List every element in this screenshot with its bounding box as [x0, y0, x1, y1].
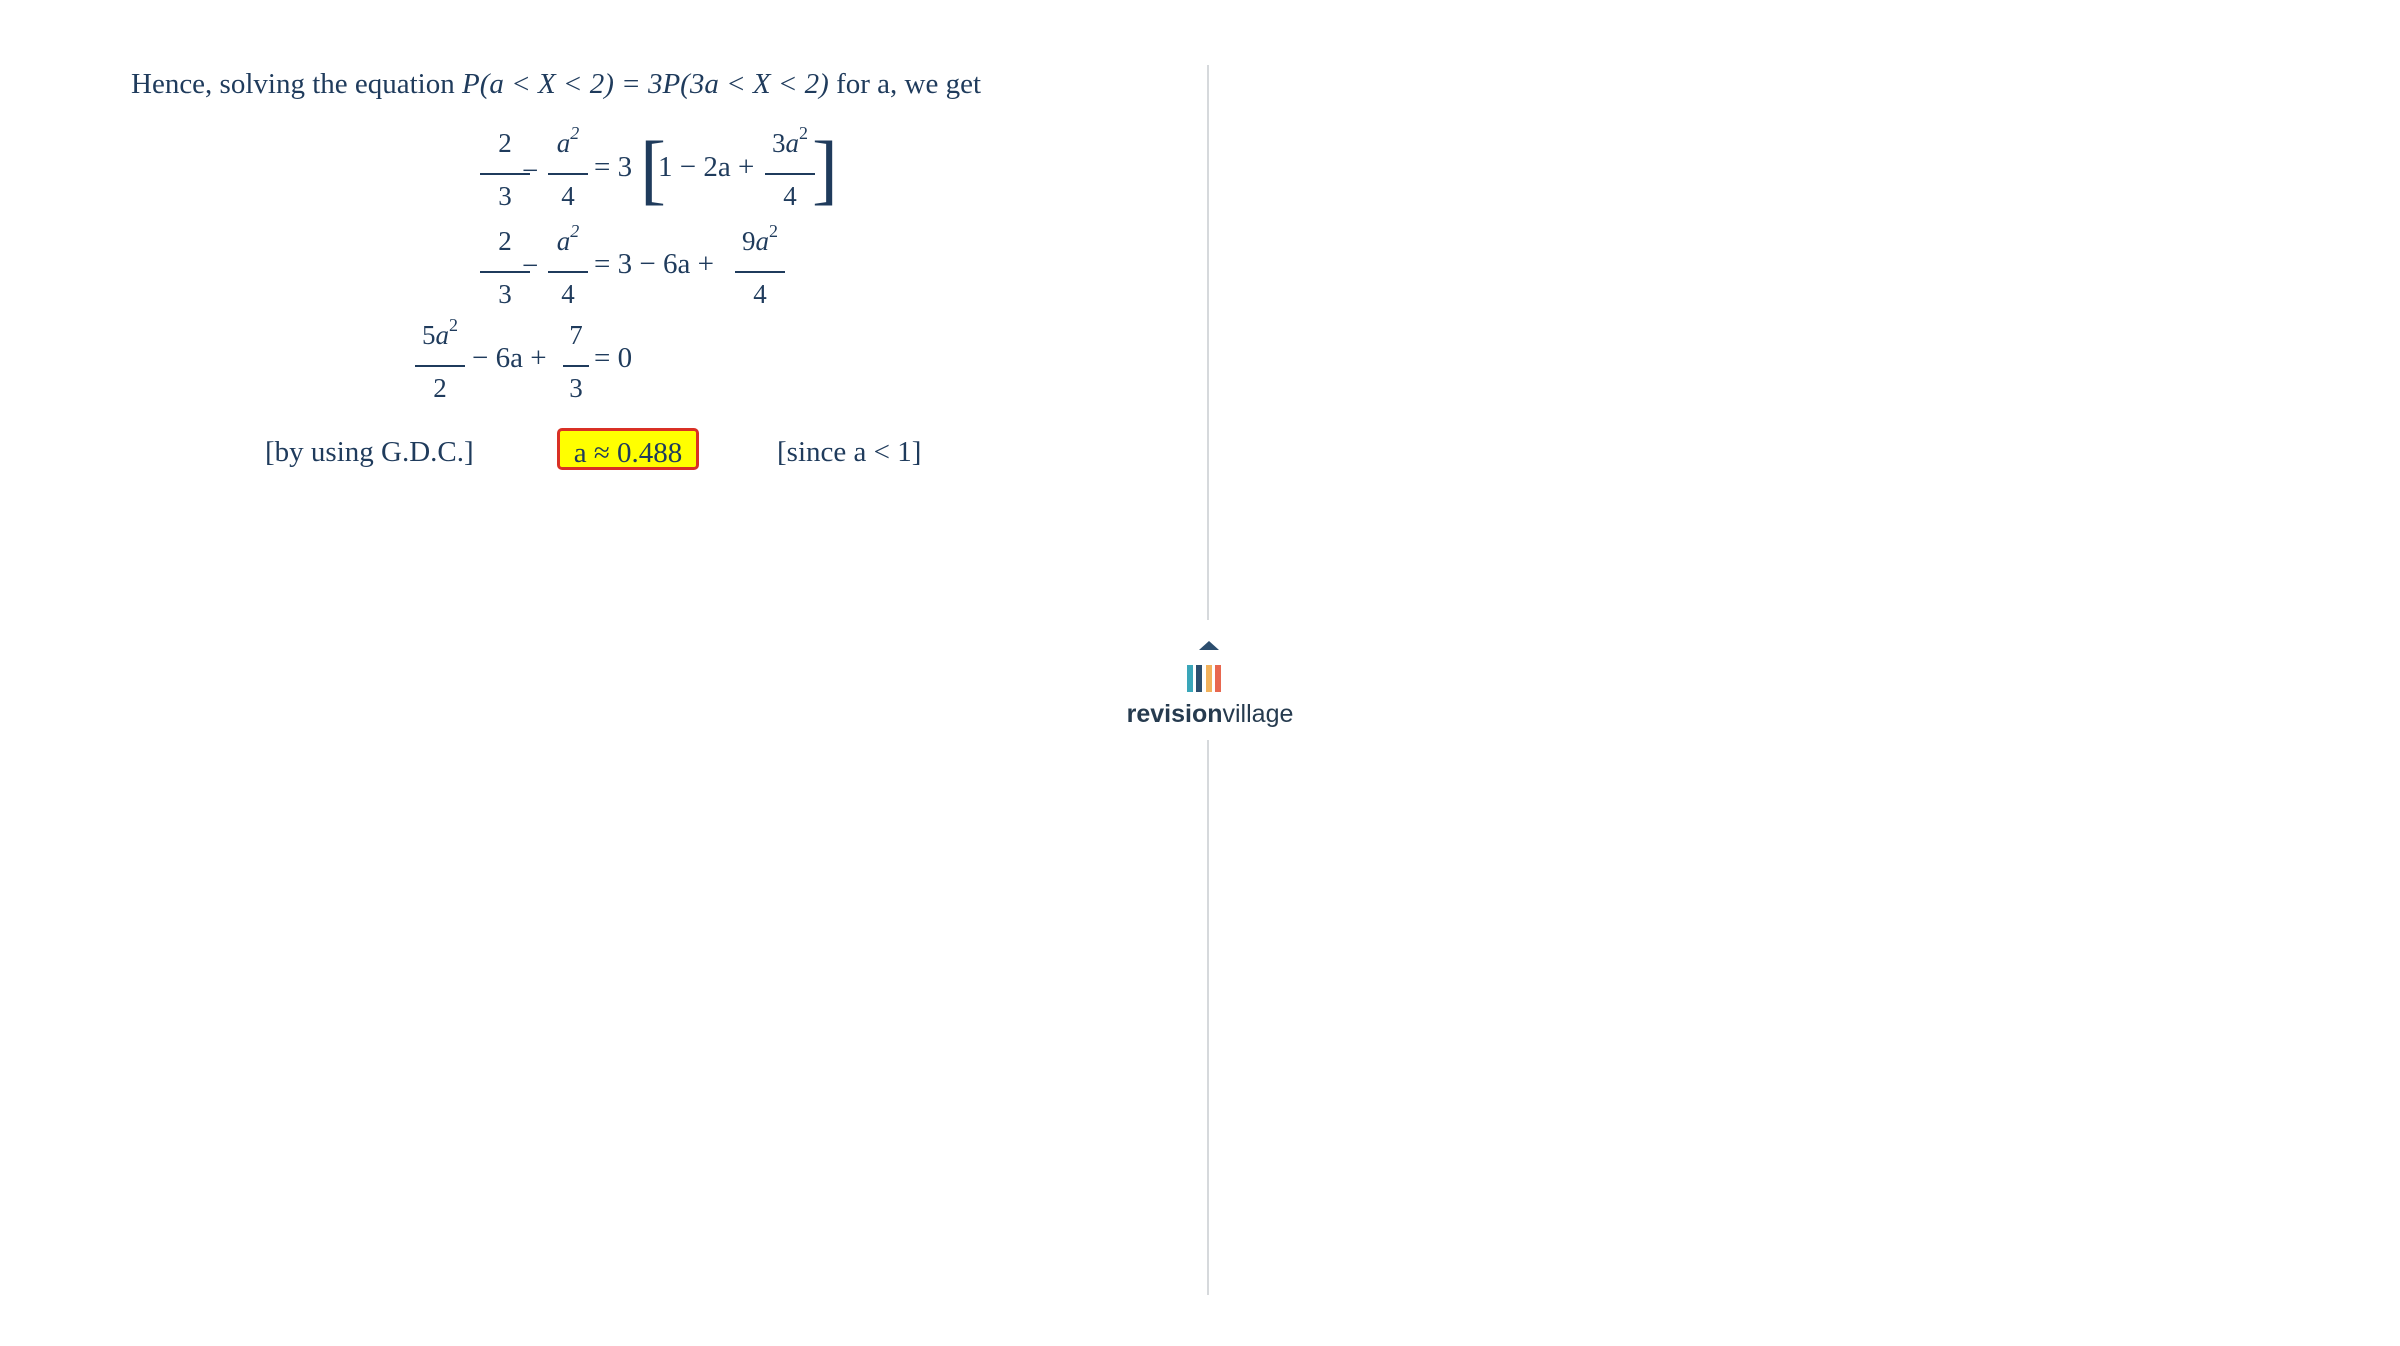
- fraction-a-squared-over-four: a2 4: [548, 123, 588, 230]
- minus-sign: −: [522, 155, 539, 187]
- fraction-bar: [765, 173, 815, 175]
- condition-note: [since a < 1]: [777, 436, 922, 468]
- fraction-bar: [563, 365, 589, 367]
- fraction-numerator: 5a2: [422, 315, 458, 350]
- fraction-five-a-squared-over-two: 5a2 2: [415, 315, 465, 422]
- fraction-denominator: 4: [561, 279, 575, 309]
- fraction-numerator: 3a2: [772, 123, 808, 158]
- fraction-numerator: a2: [556, 123, 580, 158]
- logo-wordmark: revisionvillage: [1110, 700, 1310, 729]
- fraction-bar: [735, 271, 785, 273]
- fraction-bar: [548, 271, 588, 273]
- logo-wordmark-light: village: [1222, 700, 1294, 728]
- right-bracket: ]: [812, 125, 838, 212]
- intro-equation: P(a < X < 2) = 3P(3a < X < 2): [462, 68, 829, 100]
- fraction-seven-thirds: 7 3: [563, 322, 589, 422]
- logo-wordmark-bold: revision: [1126, 700, 1223, 728]
- fraction-denominator: 4: [783, 181, 797, 211]
- equation-middle: = 3 − 6a +: [594, 248, 714, 280]
- logo-bars-icon: [1187, 641, 1221, 692]
- fraction-numerator: 7: [569, 320, 583, 350]
- fraction-denominator: 3: [498, 279, 512, 309]
- fraction-numerator: 2: [498, 128, 512, 158]
- revision-village-logo: revisionvillage: [1110, 638, 1310, 738]
- fraction-numerator: a2: [556, 221, 580, 256]
- fraction-denominator: 2: [433, 373, 447, 403]
- intro-suffix: for a, we get: [828, 68, 982, 100]
- fraction-denominator: 3: [498, 181, 512, 211]
- fraction-denominator: 4: [561, 181, 575, 211]
- fraction-denominator: 4: [753, 279, 767, 309]
- equals-zero: = 0: [594, 342, 633, 374]
- fraction-a-squared-over-four: a2 4: [548, 221, 588, 328]
- fraction-denominator: 3: [569, 373, 583, 403]
- answer-highlight-box: a ≈ 0.488: [557, 428, 699, 470]
- fraction-three-a-squared-over-four: 3a2 4: [765, 123, 815, 230]
- answer-value: a ≈ 0.488: [573, 437, 683, 469]
- equation-middle: − 6a +: [472, 342, 547, 374]
- fraction-bar: [548, 173, 588, 175]
- gdc-note: [by using G.D.C.]: [265, 436, 474, 468]
- fraction-bar: [415, 365, 465, 367]
- minus-sign: −: [522, 250, 539, 282]
- fraction-nine-a-squared-over-four: 9a2 4: [735, 221, 785, 328]
- equals-three: = 3: [594, 151, 633, 183]
- intro-prefix: Hence, solving the equation: [131, 68, 462, 100]
- fraction-numerator: 9a2: [742, 221, 778, 256]
- intro-sentence: Hence, solving the equation P(a < X < 2)…: [131, 70, 981, 99]
- bracket-expression: 1 − 2a +: [658, 151, 755, 183]
